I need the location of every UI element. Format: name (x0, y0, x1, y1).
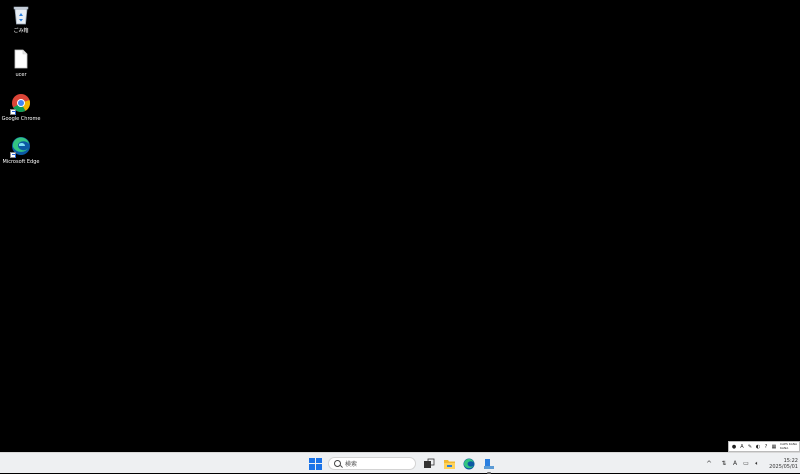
network-icon[interactable]: ⇅ (720, 460, 728, 468)
taskbar-center: 検索 (308, 455, 496, 474)
edge-icon (10, 135, 31, 158)
clock-date: 2025/05/01 (769, 463, 798, 470)
desktop-icon-file[interactable]: ucer (0, 46, 42, 88)
ime-input-icon[interactable]: A (739, 444, 745, 450)
chevron-up-icon[interactable]: ^ (706, 460, 712, 468)
shortcut-arrow-icon (10, 109, 16, 115)
file-icon (11, 48, 31, 70)
desktop-icon-label: ucer (15, 72, 27, 78)
desktop-icon-label: ごみ箱 (13, 28, 29, 34)
desktop-icon-edge[interactable]: Microsoft Edge (0, 133, 42, 175)
system-tray: ^ ⇅ A ▭ 🔈︎ 15:22 2025/05/01 (706, 453, 798, 474)
ime-help-icon[interactable]: ? (763, 444, 769, 450)
search-input[interactable]: 検索 (328, 457, 416, 470)
start-icon[interactable] (308, 457, 322, 471)
ime-indicator[interactable]: A (731, 460, 739, 468)
ime-toolbar-keys: CAPS KANA KANA (780, 442, 797, 450)
ime-toolbar[interactable]: ● A ✎ ◐ ? ▦ CAPS KANA KANA (728, 441, 800, 452)
file-explorer-icon[interactable] (442, 457, 456, 471)
speaker-icon[interactable]: 🔈︎ (753, 460, 761, 468)
edge-icon[interactable] (462, 457, 476, 471)
desktop-icon-recycle-bin[interactable]: ごみ箱 (0, 2, 42, 44)
chrome-icon (10, 92, 31, 115)
monitor-icon[interactable]: ▭ (742, 460, 750, 468)
desktop-icon-chrome[interactable]: Google Chrome (0, 90, 42, 132)
search-icon (334, 460, 341, 467)
taskbar: 検索 ^ ⇅ A ▭ 🔈︎ 15:22 2025/05/01 (0, 452, 800, 474)
search-placeholder: 検索 (345, 461, 358, 468)
ime-mode-icon[interactable]: ● (731, 444, 737, 450)
ime-dictionary-icon[interactable]: ✎ (747, 444, 753, 450)
ime-options-icon[interactable]: ▦ (771, 444, 777, 450)
desktop: ごみ箱 ucer Google Chrome Microsoft Edge (0, 0, 800, 452)
task-view-icon[interactable] (422, 457, 436, 471)
shortcut-arrow-icon (10, 152, 16, 158)
clock[interactable]: 15:22 2025/05/01 (764, 458, 798, 470)
recycle-bin-icon (11, 4, 31, 26)
ime-tool-icon[interactable]: ◐ (755, 444, 761, 450)
ime-kana-label: KANA (780, 445, 789, 450)
desktop-icon-label: Google Chrome (1, 116, 41, 122)
desktop-icon-label: Microsoft Edge (2, 159, 40, 165)
app-icon[interactable] (482, 457, 496, 474)
